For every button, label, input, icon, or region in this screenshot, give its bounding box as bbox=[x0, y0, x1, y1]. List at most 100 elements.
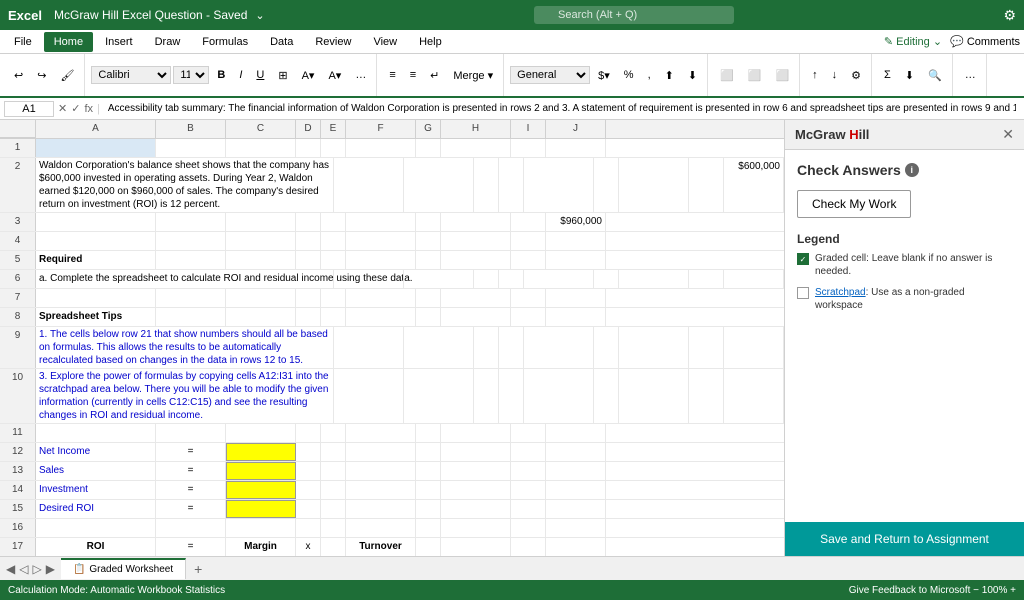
formula-fn-icon[interactable]: fx bbox=[84, 103, 93, 115]
grid-cell[interactable] bbox=[346, 289, 416, 307]
grid-cell[interactable] bbox=[511, 308, 546, 326]
grid-cell[interactable] bbox=[619, 369, 689, 423]
grid-cell[interactable] bbox=[296, 424, 321, 442]
grid-cell[interactable] bbox=[524, 158, 594, 212]
grid-cell[interactable] bbox=[226, 251, 296, 269]
grid-cell[interactable] bbox=[524, 327, 594, 368]
tab-file[interactable]: File bbox=[4, 32, 42, 52]
grid-cell[interactable] bbox=[689, 270, 724, 288]
grid-cell[interactable] bbox=[156, 519, 226, 537]
grid-cell[interactable] bbox=[499, 369, 524, 423]
tab-draw[interactable]: Draw bbox=[145, 32, 191, 52]
grid-cell[interactable] bbox=[724, 327, 784, 368]
find-button[interactable]: 🔍 bbox=[922, 67, 948, 84]
align-top-button[interactable]: ≡ bbox=[383, 67, 401, 83]
cell-reference-input[interactable] bbox=[4, 101, 54, 117]
grid-cell[interactable] bbox=[511, 289, 546, 307]
grid-cell[interactable] bbox=[511, 481, 546, 499]
more-font-button[interactable]: … bbox=[349, 67, 372, 83]
grid-cell[interactable] bbox=[321, 424, 346, 442]
grid-cell[interactable] bbox=[346, 481, 416, 499]
grid-cell[interactable] bbox=[546, 462, 606, 480]
redo-button[interactable]: ↪ bbox=[31, 67, 52, 84]
grid-cell[interactable] bbox=[524, 270, 594, 288]
close-button[interactable]: ✕ bbox=[1002, 126, 1014, 143]
grid-cell[interactable]: = bbox=[156, 462, 226, 480]
grid-cell[interactable] bbox=[226, 232, 296, 250]
grid-cell[interactable] bbox=[416, 481, 441, 499]
grid-cell[interactable] bbox=[156, 232, 226, 250]
grid-cell[interactable] bbox=[346, 308, 416, 326]
grid-cell[interactable] bbox=[511, 462, 546, 480]
grid-cell[interactable] bbox=[441, 519, 511, 537]
grid-cell[interactable] bbox=[416, 251, 441, 269]
grid-cell[interactable] bbox=[511, 519, 546, 537]
grid-cell[interactable]: Margin bbox=[226, 538, 296, 556]
grid-cell[interactable] bbox=[226, 308, 296, 326]
grid-cell[interactable] bbox=[36, 289, 156, 307]
currency-button[interactable]: $▾ bbox=[592, 67, 616, 84]
grid-cell[interactable] bbox=[226, 289, 296, 307]
grid-cell[interactable] bbox=[619, 158, 689, 212]
grid-cell[interactable] bbox=[689, 327, 724, 368]
grid-cell[interactable] bbox=[441, 538, 511, 556]
grid-cell[interactable] bbox=[724, 369, 784, 423]
grid-cell[interactable] bbox=[226, 443, 296, 461]
col-header-d[interactable]: D bbox=[296, 120, 321, 138]
grid-cell[interactable] bbox=[441, 251, 511, 269]
grid-cell[interactable] bbox=[296, 232, 321, 250]
grid-cell[interactable] bbox=[441, 481, 511, 499]
grid-cell[interactable] bbox=[546, 481, 606, 499]
underline-button[interactable]: U bbox=[250, 67, 270, 83]
grid-cell[interactable]: Spreadsheet Tips bbox=[36, 308, 156, 326]
grid-cell[interactable] bbox=[724, 270, 784, 288]
grid-cell[interactable] bbox=[226, 213, 296, 231]
save-return-button[interactable]: Save and Return to Assignment bbox=[785, 522, 1024, 556]
grid-cell[interactable] bbox=[296, 500, 321, 518]
grid-cell[interactable] bbox=[226, 500, 296, 518]
grid-cell[interactable] bbox=[404, 158, 474, 212]
grid-cell[interactable]: Required bbox=[36, 251, 156, 269]
conditional-format-button[interactable]: ⬜ bbox=[714, 67, 740, 84]
sheet-nav-prev[interactable]: ◁ bbox=[19, 562, 28, 576]
grid-cell[interactable] bbox=[346, 443, 416, 461]
grid-cell[interactable] bbox=[511, 232, 546, 250]
grid-cell[interactable] bbox=[441, 308, 511, 326]
merge-button[interactable]: Merge ▾ bbox=[447, 67, 499, 84]
grid-cell[interactable] bbox=[346, 213, 416, 231]
grid-cell[interactable] bbox=[416, 538, 441, 556]
grid-cell[interactable] bbox=[546, 424, 606, 442]
grid-cell[interactable]: 1. The cells below row 21 that show numb… bbox=[36, 327, 334, 368]
grid-cell[interactable]: Investment bbox=[36, 481, 156, 499]
grid-cell[interactable] bbox=[321, 139, 346, 157]
grid-cell[interactable] bbox=[511, 538, 546, 556]
grid-cell[interactable] bbox=[296, 139, 321, 157]
grid-cell[interactable] bbox=[441, 289, 511, 307]
font-size-select[interactable]: 11 bbox=[173, 66, 209, 84]
grid-cell[interactable] bbox=[594, 270, 619, 288]
grid-cell[interactable] bbox=[36, 424, 156, 442]
grid-cell[interactable] bbox=[296, 289, 321, 307]
sheet-nav-next[interactable]: ▷ bbox=[32, 562, 41, 576]
percent-button[interactable]: % bbox=[618, 67, 640, 83]
gear-icon[interactable]: ⚙ bbox=[1003, 7, 1016, 24]
grid-cell[interactable] bbox=[441, 500, 511, 518]
grid-cell[interactable] bbox=[156, 424, 226, 442]
grid-cell[interactable]: = bbox=[156, 500, 226, 518]
bold-button[interactable]: B bbox=[211, 67, 231, 83]
tab-help[interactable]: Help bbox=[409, 32, 452, 52]
grid-cell[interactable]: Waldon Corporation's balance sheet shows… bbox=[36, 158, 334, 212]
grid-cell[interactable] bbox=[226, 519, 296, 537]
grid-cell[interactable] bbox=[296, 213, 321, 231]
delete-cells-button[interactable]: ↓ bbox=[826, 67, 844, 83]
grid-cell[interactable] bbox=[321, 308, 346, 326]
comma-button[interactable]: , bbox=[642, 67, 657, 83]
grid-cell[interactable] bbox=[346, 251, 416, 269]
grid-cell[interactable] bbox=[416, 519, 441, 537]
format-as-table-button[interactable]: ⬜ bbox=[742, 67, 768, 84]
grid-cell[interactable] bbox=[474, 158, 499, 212]
add-sheet-button[interactable]: + bbox=[186, 557, 210, 581]
col-header-b[interactable]: B bbox=[156, 120, 226, 138]
grid-cell[interactable] bbox=[441, 139, 511, 157]
grid-cell[interactable] bbox=[416, 139, 441, 157]
